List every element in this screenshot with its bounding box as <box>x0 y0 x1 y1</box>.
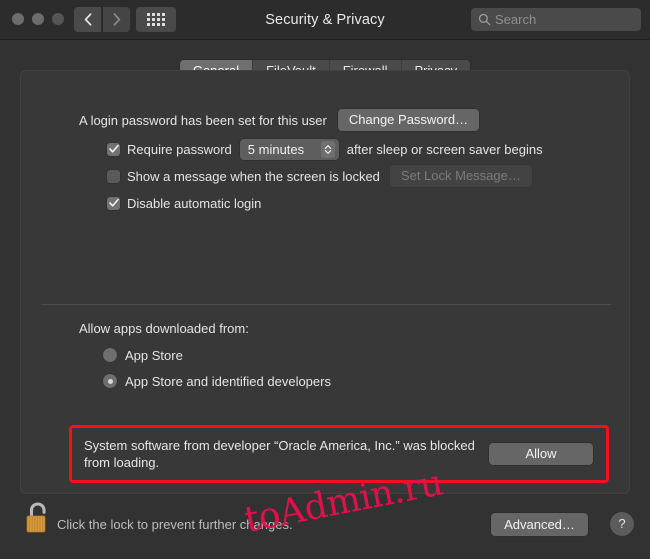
login-password-status: A login password has been set for this u… <box>79 112 327 128</box>
stepper-icon[interactable] <box>320 140 335 158</box>
help-button[interactable]: ? <box>610 512 634 536</box>
require-password-row: Require password 5 minutes after sleep o… <box>107 138 543 160</box>
advanced-button[interactable]: Advanced… <box>491 513 588 536</box>
app-store-radio[interactable] <box>103 348 117 362</box>
blocked-software-highlight: System software from developer “Oracle A… <box>69 425 609 483</box>
checkmark-icon <box>109 198 119 207</box>
allow-apps-section: Allow apps downloaded from: App Store Ap… <box>79 321 331 398</box>
show-message-label: Show a message when the screen is locked <box>127 168 380 184</box>
title-bar: Security & Privacy Search <box>0 0 650 40</box>
set-lock-message-button[interactable]: Set Lock Message… <box>389 165 532 187</box>
show-message-checkbox[interactable] <box>107 169 120 183</box>
allow-button[interactable]: Allow <box>489 443 593 465</box>
search-icon <box>478 13 491 26</box>
change-password-button[interactable]: Change Password… <box>337 109 480 131</box>
identified-developers-label: App Store and identified developers <box>125 373 331 389</box>
system-preferences-window: Security & Privacy Search General FileVa… <box>0 0 650 559</box>
radio-app-store-row[interactable]: App Store <box>79 346 331 364</box>
chevron-up-down-icon <box>324 144 331 154</box>
general-settings-panel: A login password has been set for this u… <box>20 70 630 494</box>
app-store-label: App Store <box>125 347 183 363</box>
require-password-checkbox[interactable] <box>107 142 120 156</box>
search-placeholder: Search <box>495 12 537 27</box>
require-password-label: Require password <box>127 141 232 157</box>
radio-identified-developers-row[interactable]: App Store and identified developers <box>79 372 331 390</box>
disable-auto-login-label: Disable automatic login <box>127 195 262 211</box>
disable-auto-login-checkbox[interactable] <box>107 196 120 210</box>
require-password-delay-value: 5 minutes <box>247 141 305 157</box>
unlocked-padlock-icon[interactable] <box>22 499 54 544</box>
login-password-row: A login password has been set for this u… <box>79 109 480 131</box>
allow-apps-title: Allow apps downloaded from: <box>79 321 249 336</box>
require-password-delay-dropdown[interactable]: 5 minutes <box>239 138 339 160</box>
security-options-list: Require password 5 minutes after sleep o… <box>107 138 543 220</box>
checkmark-icon <box>109 144 119 153</box>
disable-auto-login-row: Disable automatic login <box>107 193 543 213</box>
search-field[interactable]: Search <box>471 8 641 31</box>
identified-developers-radio[interactable] <box>103 374 117 388</box>
require-password-suffix: after sleep or screen saver begins <box>346 141 543 157</box>
section-divider <box>41 304 611 305</box>
show-message-row: Show a message when the screen is locked… <box>107 165 543 187</box>
